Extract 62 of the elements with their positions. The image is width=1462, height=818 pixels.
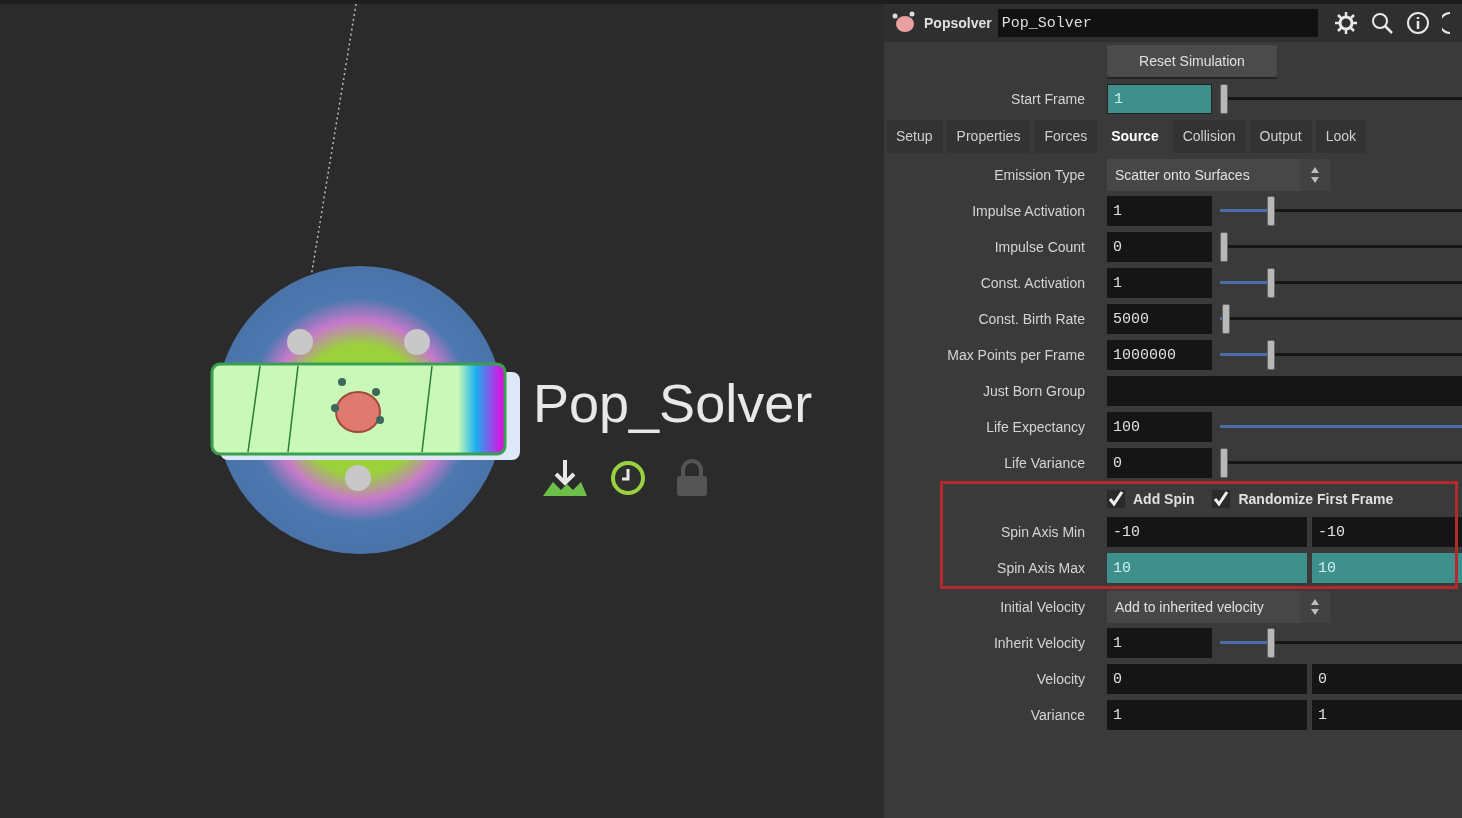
slider-thumb[interactable] [1266,340,1275,370]
slider-thumb[interactable] [1266,628,1275,658]
number-field[interactable]: 0 [1312,664,1462,694]
download-icon[interactable] [541,458,589,498]
slider-thumb[interactable] [1220,448,1228,478]
clock-icon[interactable] [610,460,646,496]
parameter-label: Velocity [1036,669,1085,689]
parameter-label: Start Frame [1011,89,1085,109]
parameter-label: Life Expectancy [986,417,1085,437]
number-field[interactable]: 1000000 [1107,340,1212,370]
parameter-label: Spin Axis Min [1000,522,1085,542]
help-icon[interactable] [1441,11,1450,35]
number-field[interactable]: -10 [1107,517,1307,547]
number-field[interactable]: 0 [1107,664,1307,694]
number-field[interactable]: 1 [1107,196,1212,226]
parameter-label: Spin Axis Max [997,558,1085,578]
dropdown-button[interactable]: Scatter onto Surfaces [1107,159,1300,191]
parameter-label: Just Born Group [983,381,1085,401]
parameter-label: Const. Activation [980,273,1085,293]
checkbox[interactable] [1212,490,1231,508]
search-icon[interactable] [1369,11,1394,35]
tab[interactable]: Forces [1034,120,1098,153]
text-field[interactable] [1107,376,1462,406]
number-field[interactable]: 100 [1107,412,1212,442]
node-name-field[interactable]: Pop_Solver [997,9,1318,37]
node-type-label: Popsolver [923,13,993,33]
parameter-label: Inherit Velocity [993,633,1085,653]
tab[interactable]: Properties [946,120,1031,153]
parameter-label: Impulse Activation [972,201,1085,221]
number-field[interactable]: 5000 [1107,304,1212,334]
tab[interactable]: Collision [1172,120,1246,153]
updown-arrows-icon[interactable] [1300,159,1330,191]
checkbox[interactable] [1107,490,1125,508]
number-field[interactable]: -10 [1312,517,1462,547]
checkbox-label: Add Spin [1133,489,1195,509]
number-field[interactable]: 1 [1312,700,1462,730]
reset-simulation-button[interactable]: Reset Simulation [1107,45,1277,77]
slider-thumb[interactable] [1222,304,1231,334]
tab[interactable]: Setup [886,120,943,153]
number-field[interactable]: 1 [1107,268,1212,298]
checkbox-label: Randomize First Frame [1238,489,1394,509]
parameter-label: Variance [1030,705,1085,725]
updown-arrows-icon[interactable] [1300,591,1330,623]
info-icon[interactable] [1405,11,1430,35]
settings-icon[interactable] [1333,11,1358,35]
slider-thumb[interactable] [1266,196,1275,226]
parameter-label: Const. Birth Rate [978,309,1085,329]
parameter-label: Emission Type [994,165,1085,185]
slider-thumb[interactable] [1266,268,1275,298]
parameter-label: Life Variance [1004,453,1085,473]
tab[interactable]: Look [1315,120,1366,153]
parameter-label: Max Points per Frame [947,345,1085,365]
tab[interactable]: Output [1249,120,1312,153]
number-field[interactable]: 1 [1107,700,1307,730]
slider-thumb[interactable] [1220,84,1228,114]
number-field[interactable]: 0 [1107,232,1212,262]
parameter-label: Initial Velocity [1000,597,1085,617]
number-field[interactable]: 0 [1107,448,1212,478]
dropdown-button[interactable]: Add to inherited velocity [1107,591,1300,623]
number-field[interactable]: 1 [1107,628,1212,658]
slider-thumb[interactable] [1220,232,1228,262]
parameter-label: Impulse Count [994,237,1085,257]
